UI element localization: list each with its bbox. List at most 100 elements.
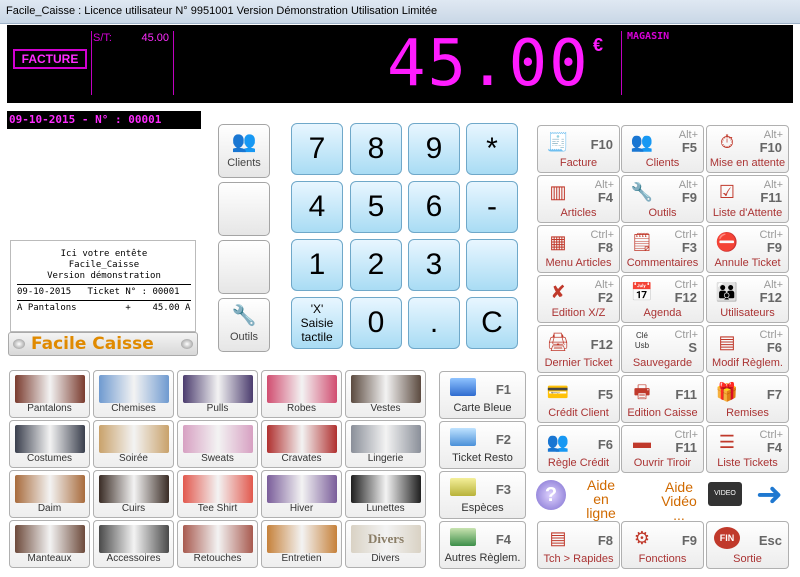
fn-liste-attente-button[interactable]: ☑ Alt+ F11 Liste d'Attente	[706, 175, 789, 223]
fn-agenda-button[interactable]: 📅 Ctrl+ F12 Agenda	[621, 275, 704, 323]
fn-outils-button[interactable]: 🔧 Alt+ F9 Outils	[621, 175, 704, 223]
category-hiver-button[interactable]: Hiver	[261, 470, 342, 518]
shortcut-key: F2	[597, 290, 613, 305]
key-minus[interactable]: -	[466, 181, 518, 233]
key-touch-input[interactable]: 'X' Saisie tactile	[291, 297, 343, 349]
printer-icon: 🖶	[633, 382, 651, 402]
fn-sortie-button[interactable]: FIN Esc Sortie	[706, 521, 789, 569]
shortcut-key: S	[688, 340, 697, 355]
category-chemises-button[interactable]: Chemises	[93, 370, 174, 418]
key-blank[interactable]	[466, 239, 518, 291]
category-lingerie-button[interactable]: Lingerie	[345, 420, 426, 468]
fn-tch-rapides-button[interactable]: ▤ F8 Tch > Rapides	[537, 521, 620, 569]
facture-label: FACTURE	[13, 49, 87, 69]
fn-utilisateurs-button[interactable]: 👪 Alt+ F12 Utilisateurs	[706, 275, 789, 323]
key-1[interactable]: 1	[291, 239, 343, 291]
logo-left-icon	[13, 339, 25, 349]
fn-regle-credit-button[interactable]: 👥 F6 Règle Crédit	[537, 425, 620, 473]
app-window: Facile_Caisse : Licence utilisateur N° 9…	[0, 0, 800, 577]
category-pulls-button[interactable]: Pulls	[177, 370, 258, 418]
function-label: Articles	[560, 207, 597, 219]
payment-especes[interactable]: F3 Espèces	[439, 471, 526, 519]
category-robes-button[interactable]: Robes	[261, 370, 342, 418]
category-label: Chemises	[111, 403, 156, 414]
aide-video-link[interactable]: Aide Vidéo ...	[654, 480, 704, 522]
fn-commentaires-button[interactable]: 🗒 Ctrl+ F3 Commentaires	[621, 225, 704, 273]
function-label: Clients	[645, 157, 680, 169]
key-3[interactable]: 3	[408, 239, 460, 291]
category-lunettes-button[interactable]: Lunettes	[345, 470, 426, 518]
fn-ouvrir-tiroir-button[interactable]: ▬ Ctrl+ F11 Ouvrir Tiroir	[621, 425, 704, 473]
fn-clients-button[interactable]: 👥 Alt+ F5 Clients	[621, 125, 704, 173]
fn-articles-button[interactable]: ▥ Alt+ F4 Articles	[537, 175, 620, 223]
key-8[interactable]: 8	[350, 123, 402, 175]
key-4[interactable]: 4	[291, 181, 343, 233]
fn-facture-button[interactable]: 🧾 F10 Facture	[537, 125, 620, 173]
functions-icon: ⚙	[633, 528, 651, 548]
category-label: Costumes	[26, 453, 72, 464]
fn-annule-button[interactable]: ⛔ Ctrl+ F9 Annule Ticket	[706, 225, 789, 273]
category-costumes-button[interactable]: Costumes	[9, 420, 90, 468]
fn-menu-articles-button[interactable]: ▦ Ctrl+ F8 Menu Articles	[537, 225, 620, 273]
category-entretien-button[interactable]: Entretien	[261, 520, 342, 568]
category-daim-button[interactable]: Daim	[9, 470, 90, 518]
fn-fonctions-button[interactable]: ⚙ F9 Fonctions	[621, 521, 704, 569]
function-label: Edition Caisse	[627, 407, 698, 419]
shortcut-key: F3	[681, 240, 697, 255]
fn-liste-tickets-button[interactable]: ☰ Ctrl+ F4 Liste Tickets	[706, 425, 789, 473]
shortcut-key: F9	[681, 533, 697, 548]
category-image	[183, 475, 253, 503]
empty-side-button[interactable]	[218, 240, 270, 294]
fn-credit-client-button[interactable]: 💳 F5 Crédit Client	[537, 375, 620, 423]
category-pantalons-button[interactable]: Pantalons	[9, 370, 90, 418]
clients-side-button[interactable]: 👥 Clients	[218, 124, 270, 178]
payment-carte-bleue[interactable]: F1 Carte Bleue	[439, 371, 526, 419]
category-vestes-button[interactable]: Vestes	[345, 370, 426, 418]
aide-en-ligne-link[interactable]: Aide en ligne	[578, 478, 624, 520]
usb-icon-text: Clé	[635, 331, 648, 340]
category-accessoires-button[interactable]: Accessoires	[93, 520, 174, 568]
category-label: Pantalons	[27, 403, 72, 414]
fn-sauvegarde-button[interactable]: Clé Usb Ctrl+ S Sauvegarde	[621, 325, 704, 373]
shortcut-key: F12	[759, 290, 782, 305]
facile-caisse-logo: Facile Caisse	[8, 332, 198, 356]
category-cravates-button[interactable]: Cravates	[261, 420, 342, 468]
fn-modif-reglem-button[interactable]: ▤ Ctrl+ F6 Modif Règlem.	[706, 325, 789, 373]
ticket-separator	[17, 284, 191, 285]
key-2[interactable]: 2	[350, 239, 402, 291]
users-icon: 👪	[715, 282, 739, 302]
category-manteaux-button[interactable]: Manteaux	[9, 520, 90, 568]
fn-edition-caisse-button[interactable]: 🖶 F11 Edition Caisse	[621, 375, 704, 423]
payment-ticket-resto[interactable]: F2 Ticket Resto	[439, 421, 526, 469]
key-clear[interactable]: C	[466, 297, 518, 349]
key-9[interactable]: 9	[408, 123, 460, 175]
outils-side-button[interactable]: 🔧 Outils	[218, 298, 270, 352]
fn-dernier-ticket-button[interactable]: 🖨 F12 Dernier Ticket	[537, 325, 620, 373]
shortcut-key: F10	[590, 137, 613, 152]
key-multiply[interactable]: *	[466, 123, 518, 175]
fn-edition-xz-button[interactable]: ✘ Alt+ F2 Edition X/Z	[537, 275, 620, 323]
magasin-label: MAGASIN	[627, 31, 670, 42]
shortcut-key: F5	[597, 387, 613, 402]
category-retouches-button[interactable]: Retouches	[177, 520, 258, 568]
key-0[interactable]: 0	[350, 297, 402, 349]
payment-autres[interactable]: F4 Autres Règlem.	[439, 521, 526, 569]
calendar-icon: 📅	[630, 282, 654, 302]
shortcut-key: F6	[597, 437, 613, 452]
key-dot[interactable]: .	[408, 297, 460, 349]
fn-attente-button[interactable]: ⏱ Alt+ F10 Mise en attente	[706, 125, 789, 173]
category-divers-button[interactable]: Divers Divers	[345, 520, 426, 568]
empty-side-button[interactable]	[218, 182, 270, 236]
shortcut-key: F5	[681, 140, 697, 155]
fn-remises-button[interactable]: 🎁 F7 Remises	[706, 375, 789, 423]
key-5[interactable]: 5	[350, 181, 402, 233]
category-soire-button[interactable]: Soirée	[93, 420, 174, 468]
next-arrow-icon[interactable]: ➜	[756, 478, 790, 510]
key-6[interactable]: 6	[408, 181, 460, 233]
category-teeshirt-button[interactable]: Tee Shirt	[177, 470, 258, 518]
video-icon[interactable]: VIDEO	[708, 482, 742, 506]
category-cuirs-button[interactable]: Cuirs	[93, 470, 174, 518]
help-question-icon[interactable]: ?	[536, 480, 566, 510]
key-7[interactable]: 7	[291, 123, 343, 175]
category-sweats-button[interactable]: Sweats	[177, 420, 258, 468]
